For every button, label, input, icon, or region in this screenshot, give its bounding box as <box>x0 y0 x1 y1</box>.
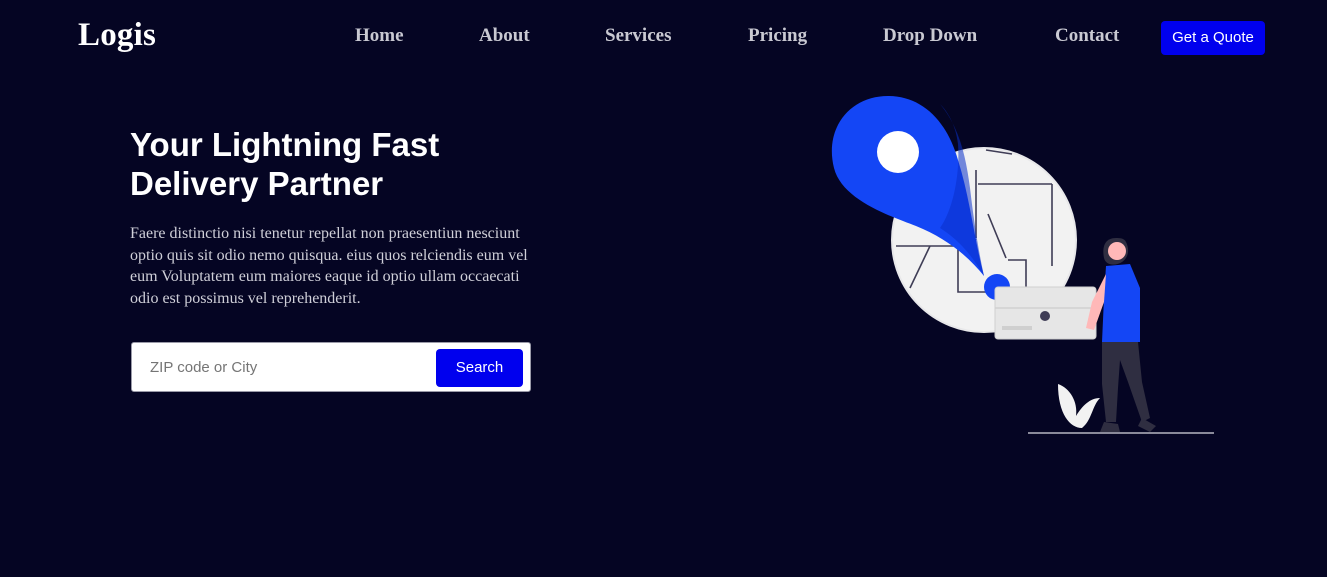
get-a-quote-button[interactable]: Get a Quote <box>1161 21 1265 55</box>
search-form: Search <box>131 342 531 392</box>
package-card <box>994 286 1097 340</box>
nav-link-pricing[interactable]: Pricing <box>748 24 807 48</box>
nav-link-contact[interactable]: Contact <box>1055 24 1119 48</box>
delivery-illustration-icon <box>831 96 1214 434</box>
hero-title-line: Delivery Partner <box>130 165 384 202</box>
hero-description-line: eum Voluptatem eum maiores eaque id opti… <box>130 268 520 285</box>
hero-description-line: Faere distinctio nisi tenetur repellat n… <box>130 225 520 242</box>
hero-title-line: Your Lightning Fast <box>130 126 440 163</box>
hero-description-line: odio est possimus vel reprehenderit. <box>130 289 361 307</box>
hero-description-line: optio quis sit odio nemo quisqua. eius q… <box>130 246 528 264</box>
search-button[interactable]: Search <box>436 349 523 387</box>
hero-description: Faere distinctio nisi tenetur repellat n… <box>130 223 580 309</box>
nav-link-drop-down[interactable]: Drop Down <box>883 24 977 48</box>
zip-search-input[interactable] <box>144 351 436 383</box>
nav-link-about[interactable]: About <box>479 24 530 48</box>
nav-link-services[interactable]: Services <box>605 24 671 48</box>
logo[interactable]: Logis <box>78 14 156 56</box>
hero-title: Your Lightning Fast Delivery Partner <box>130 125 570 203</box>
plant-leaf-icon <box>1058 384 1100 428</box>
navbar: Logis Home About Services Pricing Drop D… <box>0 0 1327 75</box>
nav-link-home[interactable]: Home <box>355 24 404 48</box>
